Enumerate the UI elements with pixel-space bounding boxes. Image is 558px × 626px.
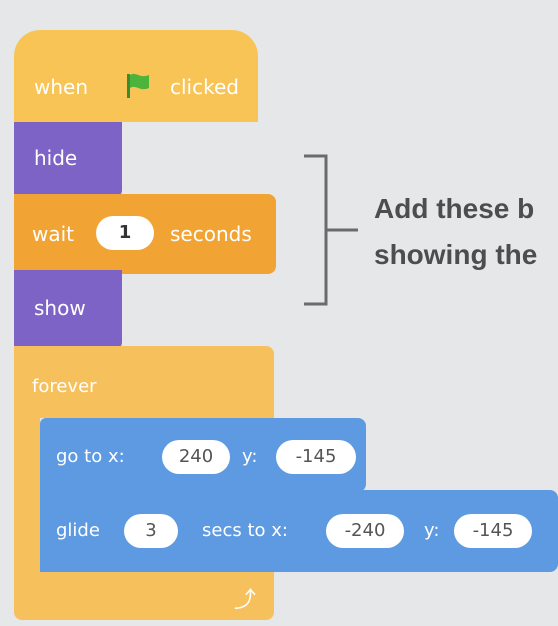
hide-block[interactable]: hide (14, 122, 122, 198)
loop-arrow-icon: ⤴ (234, 588, 257, 613)
glide-y-label: y: (424, 520, 440, 541)
glide-block[interactable]: glide 3 secs to x: -240 y: -145 (40, 490, 558, 572)
annotation-line-1: Add these b (374, 193, 535, 224)
glide-secs-input[interactable]: 3 (124, 514, 178, 548)
glide-secs-label: secs to x: (202, 520, 288, 541)
go-to-xy-block[interactable]: go to x: 240 y: -145 (40, 418, 366, 492)
go-to-x-input[interactable]: 240 (162, 440, 230, 474)
seconds-label: seconds (170, 222, 252, 246)
annotation-bracket (304, 154, 358, 306)
wait-label: wait (32, 222, 75, 246)
go-to-y-input[interactable]: -145 (276, 440, 356, 474)
forever-block-side (14, 418, 40, 578)
forever-label: forever (32, 376, 97, 397)
wait-block[interactable]: wait 1 seconds (14, 194, 276, 274)
annotation-line-2: showing the (374, 239, 538, 270)
glide-label: glide (56, 520, 100, 541)
go-to-label: go to x: (56, 446, 125, 467)
glide-y-input[interactable]: -145 (454, 514, 532, 548)
green-flag-icon (124, 70, 152, 100)
go-to-y-label: y: (242, 446, 258, 467)
when-flag-clicked-block[interactable]: when clicked (14, 30, 258, 122)
when-label: when (34, 75, 89, 99)
wait-seconds-input[interactable]: 1 (96, 216, 154, 250)
show-block[interactable]: show (14, 270, 122, 350)
glide-x-input[interactable]: -240 (326, 514, 404, 548)
show-label: show (34, 296, 86, 320)
clicked-label: clicked (170, 75, 239, 99)
hide-label: hide (34, 146, 78, 170)
annotation-text: Add these b showing the (374, 186, 537, 278)
forever-block-bottom: ⤴ (14, 572, 274, 620)
forever-block[interactable]: forever (14, 346, 274, 418)
